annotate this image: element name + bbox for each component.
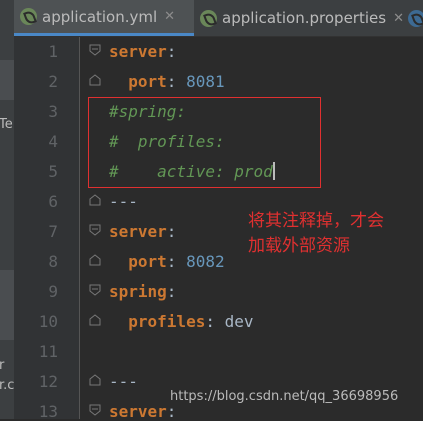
spring-file-icon [20,8,37,25]
yaml-key: port [128,252,167,271]
strip-text: r.c [0,378,15,393]
line-number: 11 [38,342,58,361]
spring-file-icon [200,9,217,27]
line-number: 5 [48,162,58,181]
line-number: 8 [48,252,58,271]
line-number: 10 [38,312,58,331]
fold-open-icon[interactable] [89,284,101,296]
line-number: 13 [38,402,58,421]
yaml-key: server [109,402,167,421]
line-number: 3 [48,102,58,121]
fold-close-icon[interactable] [89,194,101,206]
fold-close-icon[interactable] [89,74,101,86]
close-icon[interactable]: ✕ [164,9,175,24]
strip-text: r [0,358,5,373]
tab-label: application.properties [222,9,387,27]
line-number: 7 [48,222,58,241]
yaml-key: port [128,72,167,91]
watermark: https://blog.csdn.net/qq_36698956 [170,389,399,404]
fold-open-icon[interactable] [89,224,101,236]
code-line[interactable]: server: [109,222,176,241]
tab-label: application.yml [42,7,158,26]
document-separator[interactable]: --- [109,372,138,391]
tab-overflow[interactable] [402,0,423,36]
code-line[interactable]: spring: [109,282,176,301]
fold-close-icon[interactable] [89,314,101,326]
line-number: 9 [48,282,58,301]
strip-segment [0,270,14,340]
yaml-value: 8081 [186,72,225,91]
document-separator[interactable]: --- [109,192,138,211]
yaml-key: server [109,42,167,61]
fold-open-icon[interactable] [89,404,101,416]
code-line[interactable]: port: 8082 [109,252,225,271]
tab-application-properties[interactable]: application.properties ✕ [194,0,404,36]
code-line[interactable]: server: [109,42,176,61]
annotation-text: 加载外部资源 [248,236,350,256]
line-number: 2 [48,72,58,91]
line-number: 6 [48,192,58,211]
yaml-value: dev [224,312,254,331]
gutter-divider [79,37,80,419]
strip-segment [0,60,14,100]
annotation-text: 将其注释掉，才会 [248,211,384,231]
fold-close-icon[interactable] [89,374,101,386]
file-icon [408,9,423,27]
yaml-key: spring [109,282,167,301]
annotation-highlight-box [88,97,321,188]
strip-text: Te [0,117,13,132]
code-line[interactable]: profiles: dev [109,312,254,331]
code-line[interactable]: server: [109,402,176,421]
left-tool-strip: Te r r.c [0,0,14,419]
line-number: 1 [48,42,58,61]
yaml-value: 8082 [186,252,225,271]
code-line[interactable]: port: 8081 [109,72,225,91]
fold-close-icon[interactable] [89,254,101,266]
yaml-key: profiles [128,312,206,331]
tab-application-yml[interactable]: application.yml ✕ [14,0,194,36]
line-number: 12 [38,372,58,391]
editor-tab-bar: application.yml ✕ application.properties… [14,0,423,37]
line-number: 4 [48,132,58,151]
fold-open-icon[interactable] [89,44,101,56]
yaml-key: server [109,222,167,241]
